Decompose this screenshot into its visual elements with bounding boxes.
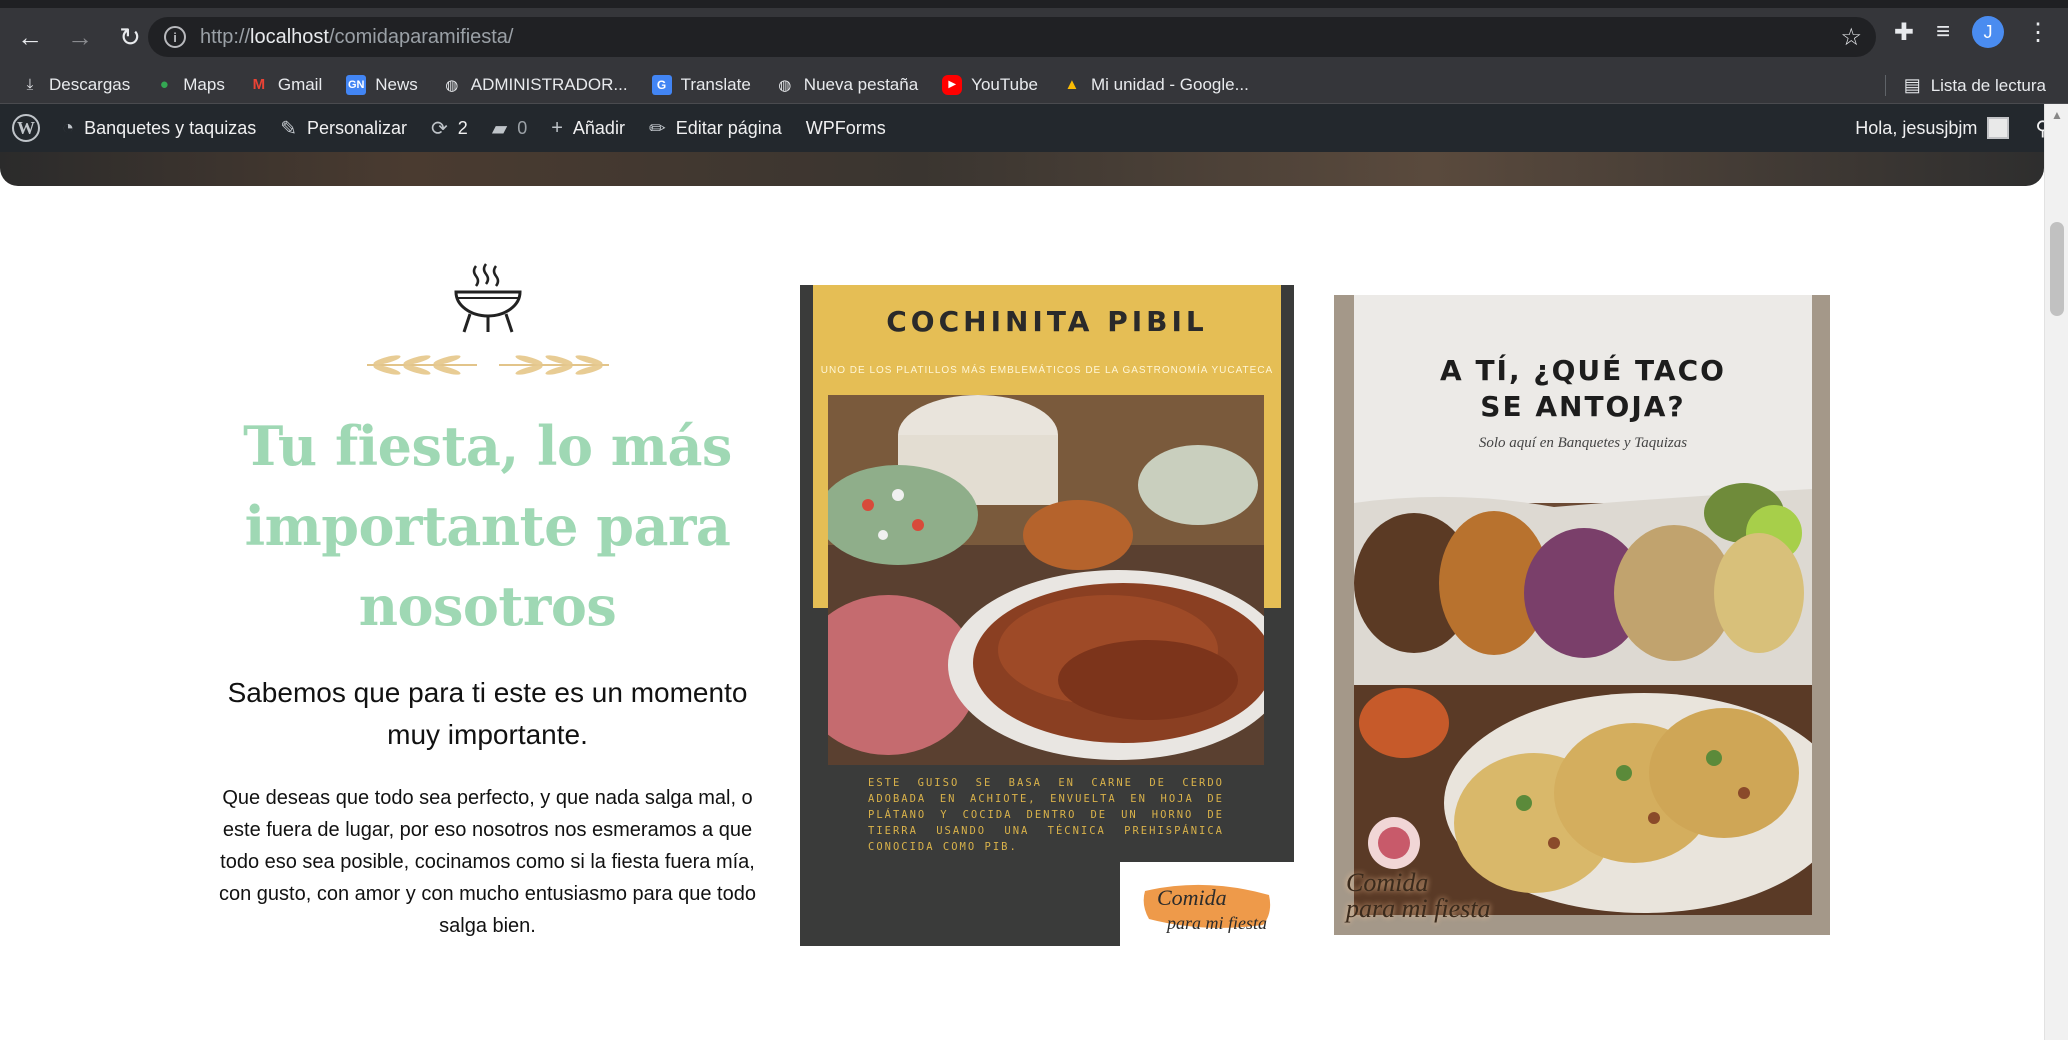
reading-list-button[interactable]: ▤ Lista de lectura [1884, 75, 2046, 96]
bookmark-descargas[interactable]: ⤓ Descargas [20, 75, 131, 95]
card-description: ESTE GUISO SE BASA EN CARNE DE CERDO ADO… [868, 777, 1224, 853]
plus-icon: + [551, 116, 563, 139]
page-scrollbar[interactable]: ▲ [2044, 104, 2068, 1040]
comment-bubble-icon: ▰ [491, 117, 508, 140]
comida-logo: Comida para mi fiesta [1120, 862, 1294, 946]
taco-card-brand-logo: Comida para mi fiesta [1346, 868, 1491, 923]
globe-icon: ◍ [445, 76, 459, 94]
drive-icon: ▲ [1064, 76, 1080, 93]
intro-headline: Tu fiesta, lo más importante para nosotr… [243, 414, 732, 638]
wp-comments[interactable]: ▰ 0 [492, 116, 527, 141]
wheat-divider-icon [366, 355, 609, 375]
tacos-photo [1354, 473, 1812, 915]
card-tagline: UNO DE LOS PLATILLOS MÁS EMBLEMÁTICOS DE… [820, 365, 1274, 376]
maps-icon: ● [159, 76, 169, 93]
intro-section: Tu fiesta, lo más importante para nosotr… [200, 260, 775, 942]
translate-icon: G [651, 74, 672, 95]
site-info-icon[interactable]: i [164, 26, 186, 48]
svg-text:Comida: Comida [1157, 885, 1227, 910]
bookmark-maps[interactable]: ● Maps [154, 75, 225, 95]
bookmarks-bar: ⤓ Descargas ● Maps M Gmail GN News ◍ ADMINIST… [0, 66, 2068, 104]
news-icon: GN [346, 74, 367, 95]
wordpress-logo-icon[interactable]: W [12, 114, 40, 142]
bookmark-mi-unidad[interactable]: ▲ Mi unidad - Google... [1062, 75, 1249, 95]
cochinita-photo [828, 395, 1264, 765]
bookmark-news[interactable]: GN News [346, 74, 418, 95]
wp-edit-page[interactable]: ✏ Editar página [649, 116, 782, 141]
extensions-icon[interactable]: ✚ [1894, 18, 1914, 47]
address-url[interactable]: http://localhost/comidaparamifiesta/ [200, 26, 514, 49]
reading-list-icon: ▤ [1903, 75, 1921, 95]
pencil-icon: ✏ [648, 117, 666, 140]
bookmark-nueva-pestana[interactable]: ◍ Nueva pestaña [775, 75, 918, 95]
svg-text:para mi fiesta: para mi fiesta [1165, 913, 1267, 933]
taco-card-subtitle: Solo aquí en Banquetes y Taquizas [1478, 435, 1688, 451]
comida-logo-badge-icon: Comida para mi fiesta [1143, 884, 1271, 933]
bookmark-youtube[interactable]: ▶ YouTube [942, 74, 1038, 95]
bookmark-translate[interactable]: G Translate [651, 74, 751, 95]
card-title: COCHINITA PIBIL [886, 305, 1208, 338]
dashboard-gauge-icon: ◔ [62, 116, 75, 139]
wp-wpforms[interactable]: WPForms [806, 118, 886, 139]
youtube-icon: ▶ [942, 74, 963, 95]
bookmark-gmail[interactable]: M Gmail [249, 75, 323, 95]
grill-icon [453, 263, 522, 333]
browser-tabstrip [0, 0, 2068, 8]
cochinita-pibil-card: COCHINITA PIBIL UNO DE LOS PLATILLOS MÁS… [800, 285, 1294, 946]
menu-kebab-icon[interactable]: ⋮ [2026, 18, 2050, 47]
address-bar[interactable]: i http://localhost/comidaparamifiesta/ ☆ [148, 17, 1876, 57]
updates-icon: ⟳ [431, 117, 448, 140]
bookmark-star-icon[interactable]: ☆ [1840, 23, 1862, 52]
taco-card-title: A TÍ, ¿QUÉ TACO SE ANTOJA? [1440, 354, 1726, 423]
wp-account[interactable]: Hola, jesusjbjm [1855, 117, 2010, 139]
scroll-up-icon[interactable]: ▲ [2051, 108, 2063, 122]
intro-subheading: Sabemos que para ti este es un momento m… [227, 677, 748, 750]
download-icon: ⤓ [26, 76, 34, 93]
media-playlist-icon[interactable]: ≡ [1936, 18, 1950, 46]
profile-avatar[interactable]: J [1972, 16, 2004, 48]
wp-site-name[interactable]: ◔ Banquetes y taquizas [62, 117, 256, 140]
wp-updates[interactable]: ⟳ 2 [431, 116, 468, 141]
browser-toolbar: ← → ↻ i http://localhost/comidaparamifie… [0, 8, 2068, 66]
forward-arrow-icon[interactable]: → [60, 17, 100, 57]
gmail-icon: M [252, 76, 266, 93]
wp-customize[interactable]: ✎ Personalizar [280, 116, 407, 141]
globe-icon: ◍ [778, 76, 792, 94]
paintbrush-icon: ✎ [280, 117, 297, 140]
wp-admin-bar: W ◔ Banquetes y taquizas ✎ Personalizar ⟳ 2… [0, 104, 2068, 152]
hero-image-strip [0, 152, 2044, 186]
taco-promo-card: A TÍ, ¿QUÉ TACO SE ANTOJA? Solo aquí en … [1334, 295, 1830, 935]
bookmark-administrador[interactable]: ◍ ADMINISTRADOR... [442, 75, 627, 95]
wp-add-new[interactable]: + Añadir [551, 117, 625, 140]
scrollbar-thumb[interactable] [2050, 222, 2064, 316]
back-arrow-icon[interactable]: ← [10, 17, 50, 57]
user-avatar-icon [1987, 117, 2010, 139]
reload-icon[interactable]: ↻ [110, 17, 150, 57]
intro-paragraph: Que deseas que todo sea perfecto, y que … [219, 787, 756, 937]
